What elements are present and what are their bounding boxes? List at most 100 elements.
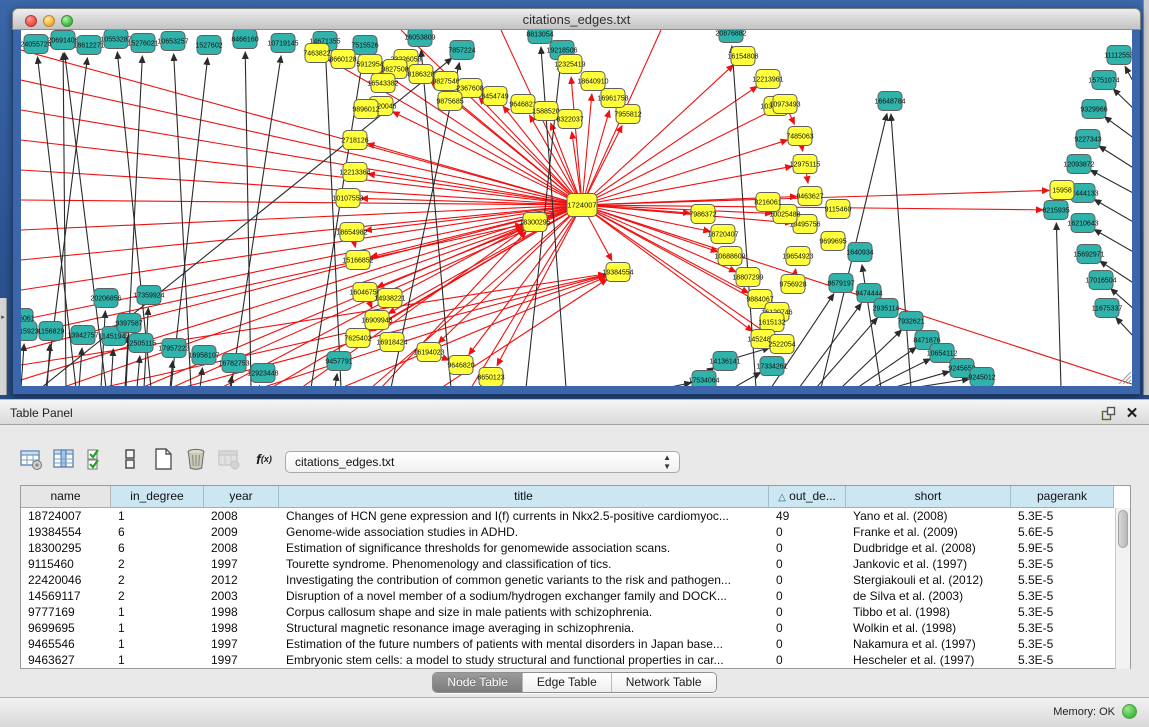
network-node[interactable]: 9699695: [819, 232, 846, 251]
network-node[interactable]: 9756928: [779, 275, 806, 294]
network-node[interactable]: 9245012: [968, 368, 995, 387]
network-node[interactable]: 8454749: [481, 87, 508, 106]
network-edge[interactable]: [1099, 146, 1132, 169]
close-panel-icon[interactable]: ✕: [1123, 404, 1141, 422]
table-row[interactable]: 946554611997Estimation of the future num…: [21, 636, 1130, 652]
network-edge[interactable]: [21, 274, 605, 365]
network-node[interactable]: 8813054: [526, 30, 553, 44]
network-node[interactable]: 2935114: [873, 299, 900, 318]
network-node[interactable]: 16958107: [188, 346, 219, 365]
network-canvas[interactable]: 2405572420691406186122711055328715276021…: [21, 30, 1132, 386]
network-node[interactable]: 1527602: [195, 36, 222, 55]
delete-table-icon[interactable]: [183, 446, 209, 472]
network-node[interactable]: 17334261: [756, 357, 787, 376]
network-node[interactable]: 16543382: [367, 74, 398, 93]
network-node[interactable]: 11112553: [1104, 46, 1132, 65]
table-settings-icon[interactable]: [18, 446, 44, 472]
network-node[interactable]: 1724007: [567, 194, 597, 217]
tab-node-table[interactable]: Node Table: [433, 673, 523, 692]
network-node[interactable]: 1615132: [758, 313, 785, 332]
new-table-icon[interactable]: [150, 446, 176, 472]
network-node[interactable]: 8660128: [329, 50, 356, 69]
network-node[interactable]: 11675337: [1092, 299, 1123, 318]
network-edge[interactable]: [891, 114, 911, 386]
network-node[interactable]: 8322037: [556, 110, 583, 129]
network-node[interactable]: 17359924: [133, 286, 164, 305]
network-node[interactable]: 16648784: [874, 92, 905, 111]
network-node[interactable]: 18300295: [519, 213, 550, 232]
network-edge[interactable]: [21, 140, 582, 205]
network-node[interactable]: 7463822: [303, 44, 330, 63]
memory-status-indicator[interactable]: [1122, 704, 1137, 719]
canvas-resize-grip[interactable]: [1119, 372, 1131, 384]
network-edge[interactable]: [799, 303, 861, 386]
network-node[interactable]: 16210643: [1067, 214, 1098, 233]
network-edge[interactable]: [63, 53, 66, 386]
network-node[interactable]: 18807299: [732, 268, 763, 287]
network-node[interactable]: 16918424: [376, 333, 407, 352]
column-header-year[interactable]: year: [204, 486, 279, 508]
network-node[interactable]: 7625402: [344, 329, 371, 348]
network-edge[interactable]: [21, 170, 582, 205]
network-node[interactable]: 18720407: [707, 225, 738, 244]
table-row[interactable]: 1830029562008Estimation of significance …: [21, 540, 1130, 556]
network-node[interactable]: 15692971: [1073, 245, 1104, 264]
network-node[interactable]: 15958: [1050, 181, 1074, 200]
network-edge[interactable]: [221, 228, 524, 386]
network-edge[interactable]: [733, 372, 761, 386]
network-node[interactable]: 9397587: [115, 314, 142, 333]
table-row[interactable]: 1456911722003Disruption of a novel membe…: [21, 588, 1130, 604]
network-edge[interactable]: [21, 50, 582, 205]
network-window-titlebar[interactable]: citations_edges.txt: [12, 8, 1141, 30]
network-node[interactable]: 8216061: [754, 193, 781, 212]
network-node[interactable]: 7485063: [786, 127, 813, 146]
network-edge[interactable]: [21, 225, 522, 335]
network-node[interactable]: 12093872: [1063, 155, 1094, 174]
column-header-pagerank[interactable]: pagerank: [1011, 486, 1114, 508]
network-node[interactable]: 9896012: [352, 100, 379, 119]
table-row[interactable]: 1938455462009Genome-wide association stu…: [21, 524, 1130, 540]
network-edge[interactable]: [1056, 223, 1061, 386]
table-scrollbar-thumb[interactable]: [1118, 510, 1128, 548]
float-panel-icon[interactable]: [1099, 404, 1117, 422]
network-node[interactable]: 9329966: [1080, 100, 1107, 119]
network-node[interactable]: 9875685: [436, 92, 463, 111]
network-node[interactable]: 8186328: [407, 65, 434, 84]
network-edge[interactable]: [200, 368, 202, 386]
collapsed-panel-handle[interactable]: ▸: [0, 298, 7, 395]
table-selector-dropdown[interactable]: citations_edges.txt ▲▼: [285, 451, 680, 473]
column-header-short[interactable]: short: [846, 486, 1011, 508]
network-edge[interactable]: [245, 52, 251, 386]
network-edge[interactable]: [231, 56, 281, 386]
network-node[interactable]: 17016504: [1085, 271, 1116, 290]
network-node[interactable]: 18654982: [336, 223, 367, 242]
function-builder-icon[interactable]: f(x): [249, 446, 279, 472]
network-node[interactable]: 12213961: [752, 70, 783, 89]
network-node[interactable]: 13942757: [67, 326, 98, 345]
network-node[interactable]: 5912954: [356, 55, 383, 74]
network-node[interactable]: 8466160: [231, 30, 258, 49]
network-node[interactable]: 7857224: [448, 41, 475, 60]
network-node[interactable]: 16782753: [218, 354, 249, 373]
network-edge[interactable]: [1113, 89, 1132, 110]
network-node[interactable]: 12923448: [247, 364, 278, 383]
network-node[interactable]: 9457791: [325, 352, 352, 371]
network-graph[interactable]: 2405572420691406186122711055328715276021…: [21, 30, 1132, 386]
network-edge[interactable]: [582, 110, 773, 205]
tab-edge-table[interactable]: Edge Table: [523, 673, 612, 692]
column-header-name[interactable]: name: [21, 486, 111, 508]
network-node[interactable]: 8679197: [827, 274, 854, 293]
network-node[interactable]: 3915923: [21, 322, 39, 341]
network-node[interactable]: 8650123: [477, 368, 504, 387]
table-row[interactable]: 946362711997Embryonic stem cells: a mode…: [21, 652, 1130, 668]
network-node[interactable]: 19654923: [782, 247, 813, 266]
network-node[interactable]: 12213364: [339, 163, 370, 182]
column-header-out_de[interactable]: △ out_de...: [769, 486, 846, 508]
network-node[interactable]: 7515526: [351, 36, 378, 55]
network-node[interactable]: 9227343: [1074, 130, 1101, 149]
table-row[interactable]: 2242004622012Investigating the contribut…: [21, 572, 1130, 588]
network-node[interactable]: 12325419: [554, 55, 585, 74]
network-node[interactable]: 10973493: [769, 95, 800, 114]
network-node[interactable]: 2522054: [768, 335, 795, 354]
network-node[interactable]: 9646820: [447, 356, 474, 375]
